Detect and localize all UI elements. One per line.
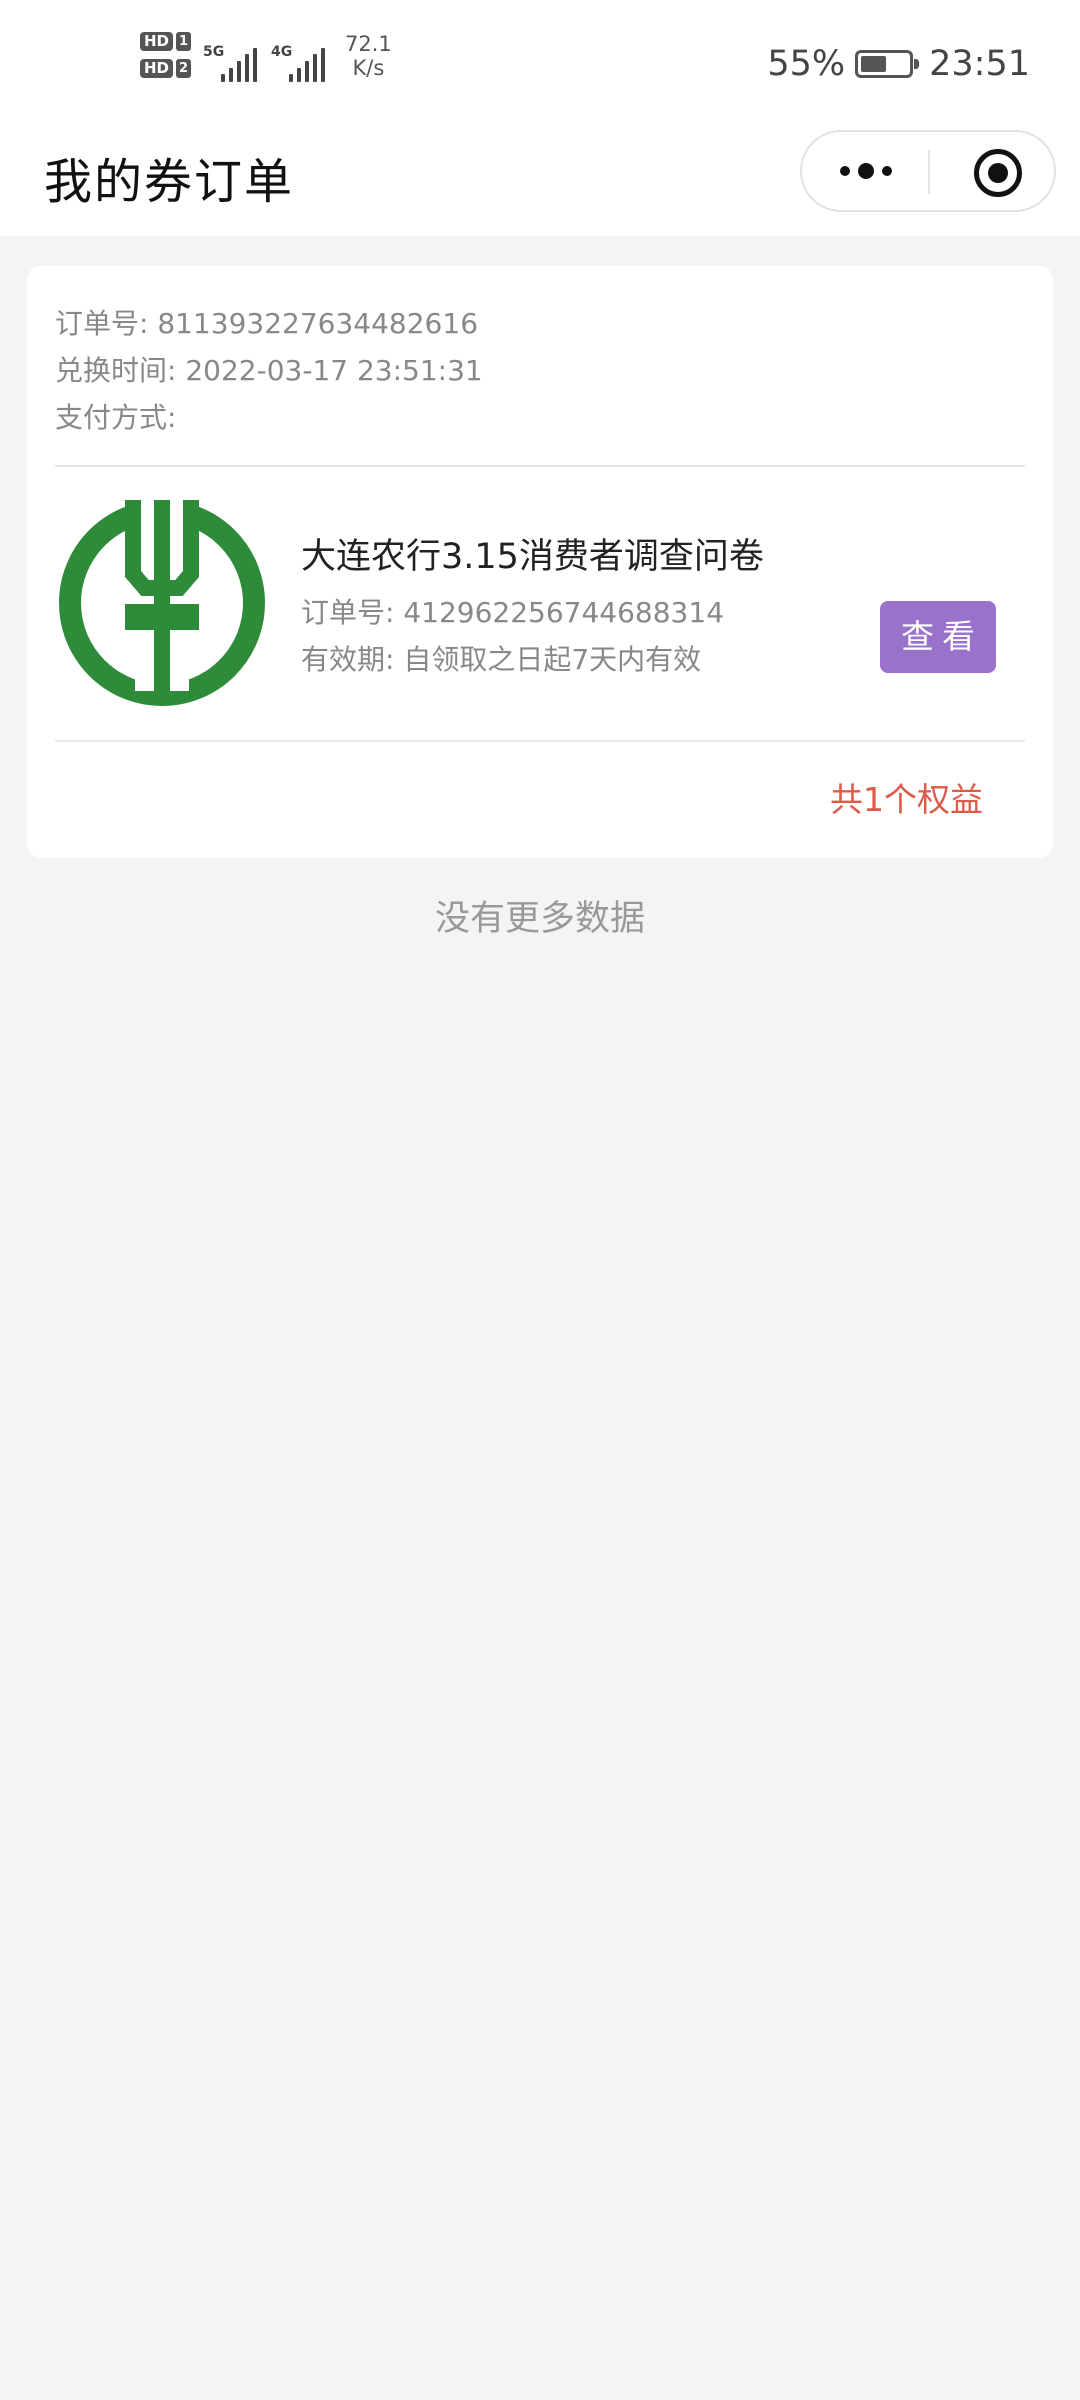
order-number-label: 订单号: <box>55 307 149 340</box>
agricultural-bank-logo-icon <box>59 496 265 710</box>
sim2-number: 2 <box>176 59 192 78</box>
divider <box>55 465 1025 467</box>
exchange-time-row: 兑换时间: 2022-03-17 23:51:31 <box>55 347 483 394</box>
status-bar: HD 1 HD 2 5G 4G 72.1 K/s 55% 23:51 <box>0 0 1080 130</box>
capsule-divider <box>928 150 930 194</box>
network-speed: 72.1 K/s <box>345 32 392 80</box>
signal-4g-icon: 4G <box>271 32 327 82</box>
nav-bar: 我的券订单 <box>0 130 1080 236</box>
exchange-time: 2022-03-17 23:51:31 <box>185 354 483 387</box>
sim1-number: 1 <box>176 32 192 51</box>
status-bar-right: 55% 23:51 <box>767 44 1030 84</box>
signal-bars <box>289 48 326 82</box>
coupon-title: 大连农行3.15消费者调查问卷 <box>301 537 764 577</box>
exchange-time-label: 兑换时间: <box>55 354 177 387</box>
order-number: 811393227634482616 <box>157 307 479 340</box>
net-speed-value: 72.1 <box>345 32 392 56</box>
coupon-validity-row: 有效期: 自领取之日起7天内有效 <box>301 638 701 678</box>
net-speed-unit: K/s <box>352 56 385 80</box>
divider <box>55 740 1025 742</box>
battery-icon <box>855 50 920 78</box>
view-button[interactable]: 查看 <box>880 601 996 673</box>
payment-method-label: 支付方式: <box>55 401 177 434</box>
mini-program-capsule <box>800 130 1056 212</box>
more-dots-icon[interactable] <box>840 132 896 210</box>
benefit-count: 共1个权益 <box>830 780 983 819</box>
sim-indicators: HD 1 HD 2 <box>140 32 192 78</box>
coupon-order-number-row: 订单号: 412962256744688314 <box>301 591 724 631</box>
coupon-order-number-label: 订单号: <box>301 596 395 629</box>
order-meta: 订单号: 811393227634482616 兑换时间: 2022-03-17… <box>55 300 483 441</box>
no-more-data-text: 没有更多数据 <box>434 899 645 939</box>
signal-bars <box>221 48 258 82</box>
battery-percent: 55% <box>767 44 846 84</box>
sim1-hd-label: HD <box>140 32 174 51</box>
page-title: 我的券订单 <box>44 154 295 210</box>
sim2-indicator: HD 2 <box>140 59 192 78</box>
coupon-validity: 自领取之日起7天内有效 <box>403 643 702 676</box>
sim2-hd-label: HD <box>140 59 174 78</box>
coupon-validity-label: 有效期: <box>301 643 395 676</box>
status-bar-left: HD 1 HD 2 5G 4G 72.1 K/s <box>140 32 392 82</box>
sim1-indicator: HD 1 <box>140 32 192 51</box>
signal-5g-icon: 5G <box>203 32 259 82</box>
order-card: 订单号: 811393227634482616 兑换时间: 2022-03-17… <box>27 266 1053 858</box>
target-icon[interactable] <box>974 149 1022 197</box>
clock: 23:51 <box>929 44 1030 84</box>
coupon-order-number: 412962256744688314 <box>403 596 725 629</box>
payment-method-row: 支付方式: <box>55 394 483 441</box>
order-number-row: 订单号: 811393227634482616 <box>55 300 483 347</box>
